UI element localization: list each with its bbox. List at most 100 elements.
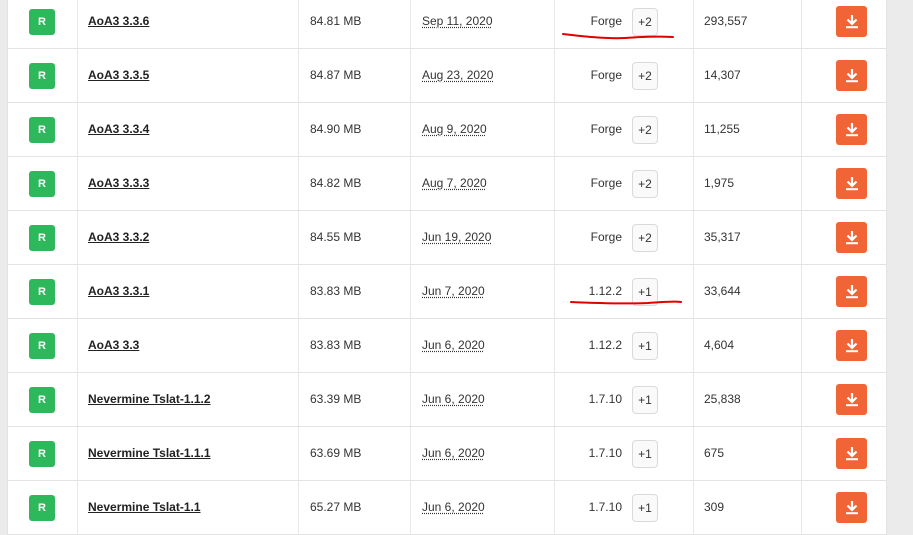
table-row: R Nevermine Tslat-1.1 65.27 MB Jun 6, 20… [8, 481, 886, 535]
file-name-link[interactable]: Nevermine Tslat-1.1 [88, 500, 201, 514]
download-button[interactable] [836, 276, 867, 307]
game-version: Forge [590, 230, 622, 244]
download-button[interactable] [836, 222, 867, 253]
release-type-cell: R [8, 0, 78, 48]
download-action-cell [802, 481, 886, 534]
upload-date-cell: Aug 23, 2020 [411, 49, 555, 102]
release-type-cell: R [8, 157, 78, 210]
download-button[interactable] [836, 60, 867, 91]
file-name-cell: AoA3 3.3.1 [78, 265, 299, 318]
downloads-cell: 309 [694, 481, 802, 534]
more-versions-button[interactable]: +2 [632, 170, 658, 198]
download-action-cell [802, 211, 886, 264]
download-arrow-icon [845, 339, 858, 353]
table-row: R AoA3 3.3.2 84.55 MB Jun 19, 2020 Forge… [8, 211, 886, 265]
release-type-cell: R [8, 481, 78, 534]
file-name-link[interactable]: AoA3 3.3.3 [88, 176, 149, 190]
file-size-cell: 84.87 MB [299, 49, 411, 102]
upload-date: Aug 7, 2020 [422, 176, 487, 190]
file-size-cell: 65.27 MB [299, 481, 411, 534]
download-action-cell [802, 157, 886, 210]
download-action-cell [802, 319, 886, 372]
release-type-cell: R [8, 265, 78, 318]
download-action-cell [802, 0, 886, 48]
download-count: 14,307 [704, 68, 741, 82]
file-size: 83.83 MB [310, 284, 362, 298]
release-badge: R [29, 441, 55, 467]
downloads-cell: 33,644 [694, 265, 802, 318]
file-name-link[interactable]: AoA3 3.3.6 [88, 14, 149, 28]
download-button[interactable] [836, 330, 867, 361]
table-row: R AoA3 3.3.6 84.81 MB Sep 11, 2020 Forge… [8, 0, 886, 49]
more-versions-button[interactable]: +2 [632, 62, 658, 90]
release-type-cell: R [8, 319, 78, 372]
file-name-cell: AoA3 3.3.6 [78, 0, 299, 48]
download-arrow-icon [845, 501, 858, 515]
file-name-link[interactable]: AoA3 3.3 [88, 338, 139, 352]
game-version-cell: Forge +2 [555, 103, 694, 156]
download-arrow-icon [845, 177, 858, 191]
more-versions-button[interactable]: +2 [632, 224, 658, 252]
file-name-link[interactable]: Nevermine Tslat-1.1.2 [88, 392, 211, 406]
file-name-cell: AoA3 3.3.3 [78, 157, 299, 210]
file-name-link[interactable]: Nevermine Tslat-1.1.1 [88, 446, 211, 460]
download-button[interactable] [836, 492, 867, 523]
download-button[interactable] [836, 6, 867, 37]
release-badge: R [29, 495, 55, 521]
game-version: Forge [590, 68, 622, 82]
release-badge: R [29, 63, 55, 89]
more-versions-button[interactable]: +1 [632, 386, 658, 414]
download-count: 35,317 [704, 230, 741, 244]
download-arrow-icon [845, 231, 858, 245]
upload-date: Jun 19, 2020 [422, 230, 492, 244]
file-size-cell: 83.83 MB [299, 265, 411, 318]
game-version-cell: Forge +2 [555, 0, 694, 48]
file-name-link[interactable]: AoA3 3.3.2 [88, 230, 149, 244]
download-action-cell [802, 103, 886, 156]
upload-date: Jun 7, 2020 [422, 284, 485, 298]
upload-date-cell: Jun 6, 2020 [411, 481, 555, 534]
file-size: 84.55 MB [310, 230, 362, 244]
upload-date-cell: Aug 9, 2020 [411, 103, 555, 156]
download-count: 1,975 [704, 176, 735, 190]
file-name-cell: Nevermine Tslat-1.1.1 [78, 427, 299, 480]
release-type-cell: R [8, 49, 78, 102]
more-versions-button[interactable]: +1 [632, 494, 658, 522]
more-versions-button[interactable]: +1 [632, 440, 658, 468]
game-version-cell: 1.12.2 +1 [555, 319, 694, 372]
download-button[interactable] [836, 168, 867, 199]
file-name-cell: AoA3 3.3.5 [78, 49, 299, 102]
download-button[interactable] [836, 384, 867, 415]
download-button[interactable] [836, 114, 867, 145]
more-versions-button[interactable]: +2 [632, 116, 658, 144]
file-size-cell: 84.82 MB [299, 157, 411, 210]
downloads-cell: 1,975 [694, 157, 802, 210]
more-versions-button[interactable]: +2 [632, 8, 658, 36]
download-arrow-icon [845, 285, 858, 299]
release-badge: R [29, 171, 55, 197]
upload-date-cell: Jun 6, 2020 [411, 373, 555, 426]
file-size: 84.87 MB [310, 68, 362, 82]
upload-date: Jun 6, 2020 [422, 338, 485, 352]
file-name-link[interactable]: AoA3 3.3.5 [88, 68, 149, 82]
table-row: R AoA3 3.3.3 84.82 MB Aug 7, 2020 Forge … [8, 157, 886, 211]
upload-date-cell: Jun 6, 2020 [411, 319, 555, 372]
release-type-cell: R [8, 103, 78, 156]
download-action-cell [802, 49, 886, 102]
table-row: R Nevermine Tslat-1.1.1 63.69 MB Jun 6, … [8, 427, 886, 481]
file-name-link[interactable]: AoA3 3.3.4 [88, 122, 149, 136]
game-version-cell: Forge +2 [555, 157, 694, 210]
file-name-cell: Nevermine Tslat-1.1 [78, 481, 299, 534]
more-versions-button[interactable]: +1 [632, 278, 658, 306]
game-version: Forge [590, 122, 622, 136]
file-name-link[interactable]: AoA3 3.3.1 [88, 284, 149, 298]
download-button[interactable] [836, 438, 867, 469]
downloads-cell: 14,307 [694, 49, 802, 102]
game-version-cell: Forge +2 [555, 211, 694, 264]
file-name-cell: Nevermine Tslat-1.1.2 [78, 373, 299, 426]
more-versions-button[interactable]: +1 [632, 332, 658, 360]
game-version-cell: 1.7.10 +1 [555, 373, 694, 426]
table-row: R AoA3 3.3 83.83 MB Jun 6, 2020 1.12.2 +… [8, 319, 886, 373]
upload-date-cell: Jun 19, 2020 [411, 211, 555, 264]
downloads-cell: 25,838 [694, 373, 802, 426]
